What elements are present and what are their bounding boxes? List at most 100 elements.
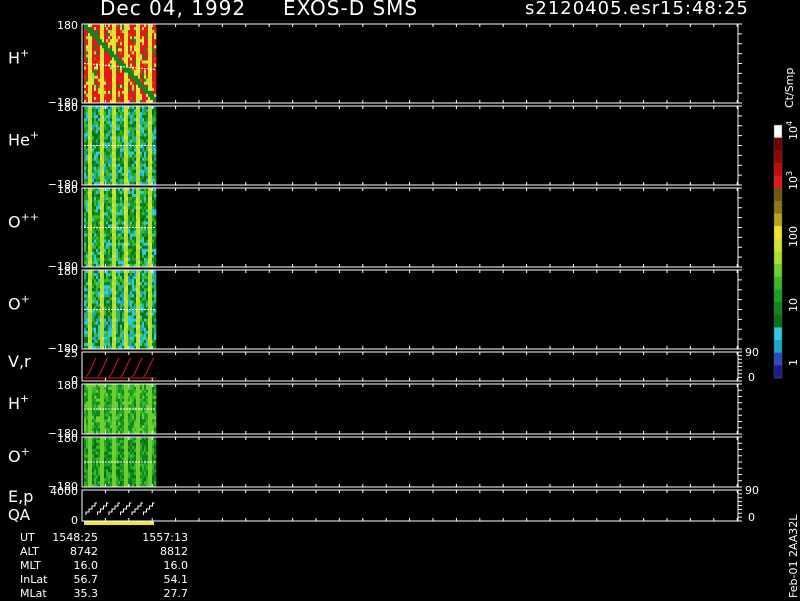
heatmap-cell	[90, 30, 92, 33]
heatmap-cell	[128, 76, 130, 79]
heatmap-cell	[110, 118, 112, 121]
heatmap-cell	[122, 167, 124, 170]
heatmap-cell	[118, 152, 120, 155]
heatmap-cell	[102, 273, 104, 276]
heatmap-cell	[94, 106, 96, 109]
heatmap-cell	[106, 252, 108, 255]
heatmap-cell	[96, 112, 98, 115]
heatmap-cell	[110, 294, 112, 297]
heatmap-cell	[104, 273, 106, 276]
heatmap-cell	[132, 149, 134, 152]
heatmap-cell	[114, 24, 116, 27]
heatmap-cell	[138, 402, 140, 405]
heatmap-cell	[104, 261, 106, 264]
heatmap-cell	[122, 243, 124, 246]
heatmap-cell	[92, 152, 94, 155]
heatmap-cell	[142, 270, 144, 273]
heatmap-cell	[142, 124, 144, 127]
heatmap-cell	[146, 112, 148, 115]
heatmap-cell	[118, 39, 120, 42]
heatmap-cell	[108, 197, 110, 200]
heatmap-cell	[112, 45, 114, 48]
heatmap-cell	[102, 297, 104, 300]
heatmap-cell	[86, 173, 88, 176]
heatmap-cell	[120, 130, 122, 133]
heatmap-cell	[146, 57, 148, 60]
heatmap-cell	[128, 410, 130, 413]
heatmap-cell	[112, 133, 114, 136]
heatmap-cell	[102, 255, 104, 258]
heatmap-cell	[104, 387, 106, 390]
heatmap-cell	[92, 76, 94, 79]
heatmap-cell	[94, 234, 96, 237]
heatmap-cell	[84, 425, 86, 428]
heatmap-cell	[144, 243, 146, 246]
heatmap-cell	[150, 243, 152, 246]
heatmap-cell	[86, 410, 88, 413]
heatmap-cell	[110, 64, 112, 67]
heatmap-cell	[102, 234, 104, 237]
heatmap-cell	[106, 115, 108, 118]
heatmap-cell	[106, 112, 108, 115]
heatmap-cell	[150, 276, 152, 279]
heatmap-cell	[134, 396, 136, 399]
heatmap-cell	[136, 91, 138, 94]
heatmap-cell	[122, 146, 124, 149]
heatmap-cell	[106, 124, 108, 127]
heatmap-cell	[134, 48, 136, 51]
heatmap-cell	[118, 252, 120, 255]
heatmap-cell	[152, 218, 154, 221]
heatmap-cell	[150, 297, 152, 300]
heatmap-cell	[102, 57, 104, 60]
heatmap-cell	[144, 419, 146, 422]
heatmap-cell	[126, 319, 128, 322]
heatmap-cell	[144, 94, 146, 97]
heatmap-cell	[88, 387, 90, 390]
heatmap-cell	[98, 273, 100, 276]
heatmap-cell	[116, 316, 118, 319]
heatmap-cell	[130, 188, 132, 191]
heatmap-cell	[152, 413, 154, 416]
heatmap-cell	[144, 176, 146, 179]
heatmap-cell	[122, 276, 124, 279]
heatmap-cell	[124, 218, 126, 221]
heatmap-cell	[112, 231, 114, 234]
heatmap-cell	[92, 413, 94, 416]
heatmap-cell	[108, 294, 110, 297]
heatmap-cell	[128, 237, 130, 240]
heatmap-cell	[142, 64, 144, 67]
heatmap-cell	[138, 261, 140, 264]
heatmap-cell	[102, 334, 104, 337]
heatmap-cell	[140, 416, 142, 419]
heatmap-cell	[122, 334, 124, 337]
heatmap-cell	[104, 130, 106, 133]
heatmap-cell	[126, 88, 128, 91]
heatmap-cell	[142, 215, 144, 218]
heatmap-cell	[152, 118, 154, 121]
heatmap-cell	[102, 76, 104, 79]
heatmap-cell	[130, 279, 132, 282]
heatmap-cell	[114, 399, 116, 402]
heatmap-cell	[92, 130, 94, 133]
heatmap-cell	[94, 124, 96, 127]
heatmap-cell	[84, 443, 86, 446]
heatmap-cell	[124, 164, 126, 167]
heatmap-cell	[94, 337, 96, 340]
heatmap-cell	[150, 425, 152, 428]
heatmap-cell	[122, 249, 124, 252]
heatmap-cell	[94, 422, 96, 425]
heatmap-cell	[134, 200, 136, 203]
heatmap-cell	[152, 64, 154, 67]
heatmap-cell	[92, 24, 94, 27]
heatmap-cell	[122, 422, 124, 425]
heatmap-cell	[98, 331, 100, 334]
heatmap-cell	[130, 396, 132, 399]
heatmap-cell	[106, 197, 108, 200]
heatmap-cell	[134, 337, 136, 340]
heatmap-cell	[152, 130, 154, 133]
heatmap-cell	[114, 428, 116, 431]
heatmap-cell	[138, 399, 140, 402]
heatmap-cell	[104, 240, 106, 243]
heatmap-cell	[142, 70, 144, 73]
heatmap-cell	[112, 161, 114, 164]
